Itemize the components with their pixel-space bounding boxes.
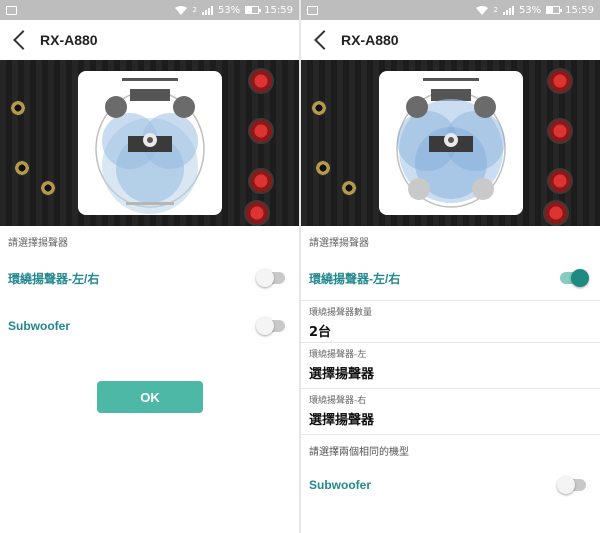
sim-label: 2: [192, 6, 197, 14]
surround-left-field[interactable]: 環繞揚聲器-左 選擇揚聲器: [301, 343, 600, 389]
section-label: 請選擇揚聲器: [8, 238, 68, 249]
surround-right-caption: 環繞揚聲器-右: [309, 396, 367, 406]
surround-row[interactable]: 環繞揚聲器-左/右: [301, 256, 600, 301]
app-bar: RX-A880: [0, 20, 299, 60]
surround-row[interactable]: 環繞揚聲器-左/右: [0, 256, 299, 300]
surround-right-field[interactable]: 環繞揚聲器-右 選擇揚聲器: [301, 389, 600, 435]
status-bar: 2 53% 15:59: [0, 0, 299, 20]
screen: 2 53% 15:59 RX-A880 請選擇揚聲器 環繞揚聲器-左/右 Sub…: [0, 0, 600, 533]
clock: 15:59: [264, 4, 293, 16]
toggle-thumb: [557, 476, 575, 494]
back-button[interactable]: [301, 20, 341, 60]
sim-label: 2: [493, 6, 498, 14]
battery-icon: [546, 6, 563, 14]
same-model-note: 請選擇兩個相同的機型: [309, 447, 409, 458]
room-diagram: [95, 78, 205, 214]
toggle-thumb: [256, 269, 274, 287]
speaker-terminal: [244, 200, 270, 226]
wifi-icon: [476, 5, 489, 15]
audio-jack: [341, 180, 357, 196]
section-label: 請選擇揚聲器: [309, 238, 369, 249]
surround-toggle[interactable]: [256, 269, 285, 287]
surround-label: 環繞揚聲器-左/右: [309, 271, 401, 286]
subwoofer-toggle[interactable]: [256, 317, 285, 335]
right-screenshot: 2 53% 15:59 RX-A880 請選擇揚聲器 環繞揚聲器-左/右 環繞揚…: [301, 0, 600, 533]
audio-jack: [315, 160, 331, 176]
surround-left-value: 選擇揚聲器: [309, 367, 375, 382]
surround-left-caption: 環繞揚聲器-左: [309, 350, 367, 360]
speaker-terminal: [547, 168, 573, 194]
speaker-layout-diagram: [78, 71, 222, 215]
toggle-thumb: [571, 269, 589, 287]
app-bar: RX-A880: [301, 20, 600, 60]
speaker-terminal: [543, 200, 569, 226]
chevron-left-icon: [13, 30, 33, 50]
subwoofer-toggle[interactable]: [557, 476, 586, 494]
speaker-terminal: [547, 68, 573, 94]
signal-icon: [502, 5, 514, 15]
surround-label: 環繞揚聲器-左/右: [8, 271, 100, 286]
speaker-count-value: 2台: [309, 325, 332, 340]
image-notification-icon: [6, 5, 17, 15]
speaker-layout-diagram: [379, 71, 523, 215]
wifi-icon: [175, 5, 188, 15]
left-screenshot: 2 53% 15:59 RX-A880 請選擇揚聲器 環繞揚聲器-左/右 Sub…: [0, 0, 299, 533]
subwoofer-label: Subwoofer: [309, 478, 371, 492]
toggle-thumb: [256, 317, 274, 335]
audio-jack: [14, 160, 30, 176]
speaker-terminal: [248, 168, 274, 194]
speaker-count-field[interactable]: 環繞揚聲器數量 2台: [301, 301, 600, 343]
speaker-terminal: [547, 118, 573, 144]
speaker-terminal: [248, 68, 274, 94]
battery-icon: [245, 6, 262, 14]
clock: 15:59: [565, 4, 594, 16]
speaker-count-caption: 環繞揚聲器數量: [309, 308, 373, 318]
chevron-left-icon: [314, 30, 334, 50]
surround-toggle[interactable]: [560, 269, 589, 287]
subwoofer-row[interactable]: Subwoofer: [301, 463, 600, 507]
room-diagram: [396, 78, 506, 208]
page-title: RX-A880: [341, 32, 399, 48]
signal-icon: [201, 5, 213, 15]
subwoofer-row[interactable]: Subwoofer: [0, 304, 299, 348]
hero-image: [301, 60, 600, 226]
audio-jack: [10, 100, 26, 116]
speaker-terminal: [248, 118, 274, 144]
status-bar: 2 53% 15:59: [301, 0, 600, 20]
subwoofer-label: Subwoofer: [8, 319, 70, 333]
battery-percent: 53%: [217, 4, 241, 16]
back-button[interactable]: [0, 20, 40, 60]
hero-image: [0, 60, 299, 226]
audio-jack: [311, 100, 327, 116]
page-title: RX-A880: [40, 32, 98, 48]
surround-right-value: 選擇揚聲器: [309, 413, 375, 428]
audio-jack: [40, 180, 56, 196]
image-notification-icon: [307, 5, 318, 15]
battery-percent: 53%: [518, 4, 542, 16]
ok-button[interactable]: OK: [97, 381, 203, 413]
